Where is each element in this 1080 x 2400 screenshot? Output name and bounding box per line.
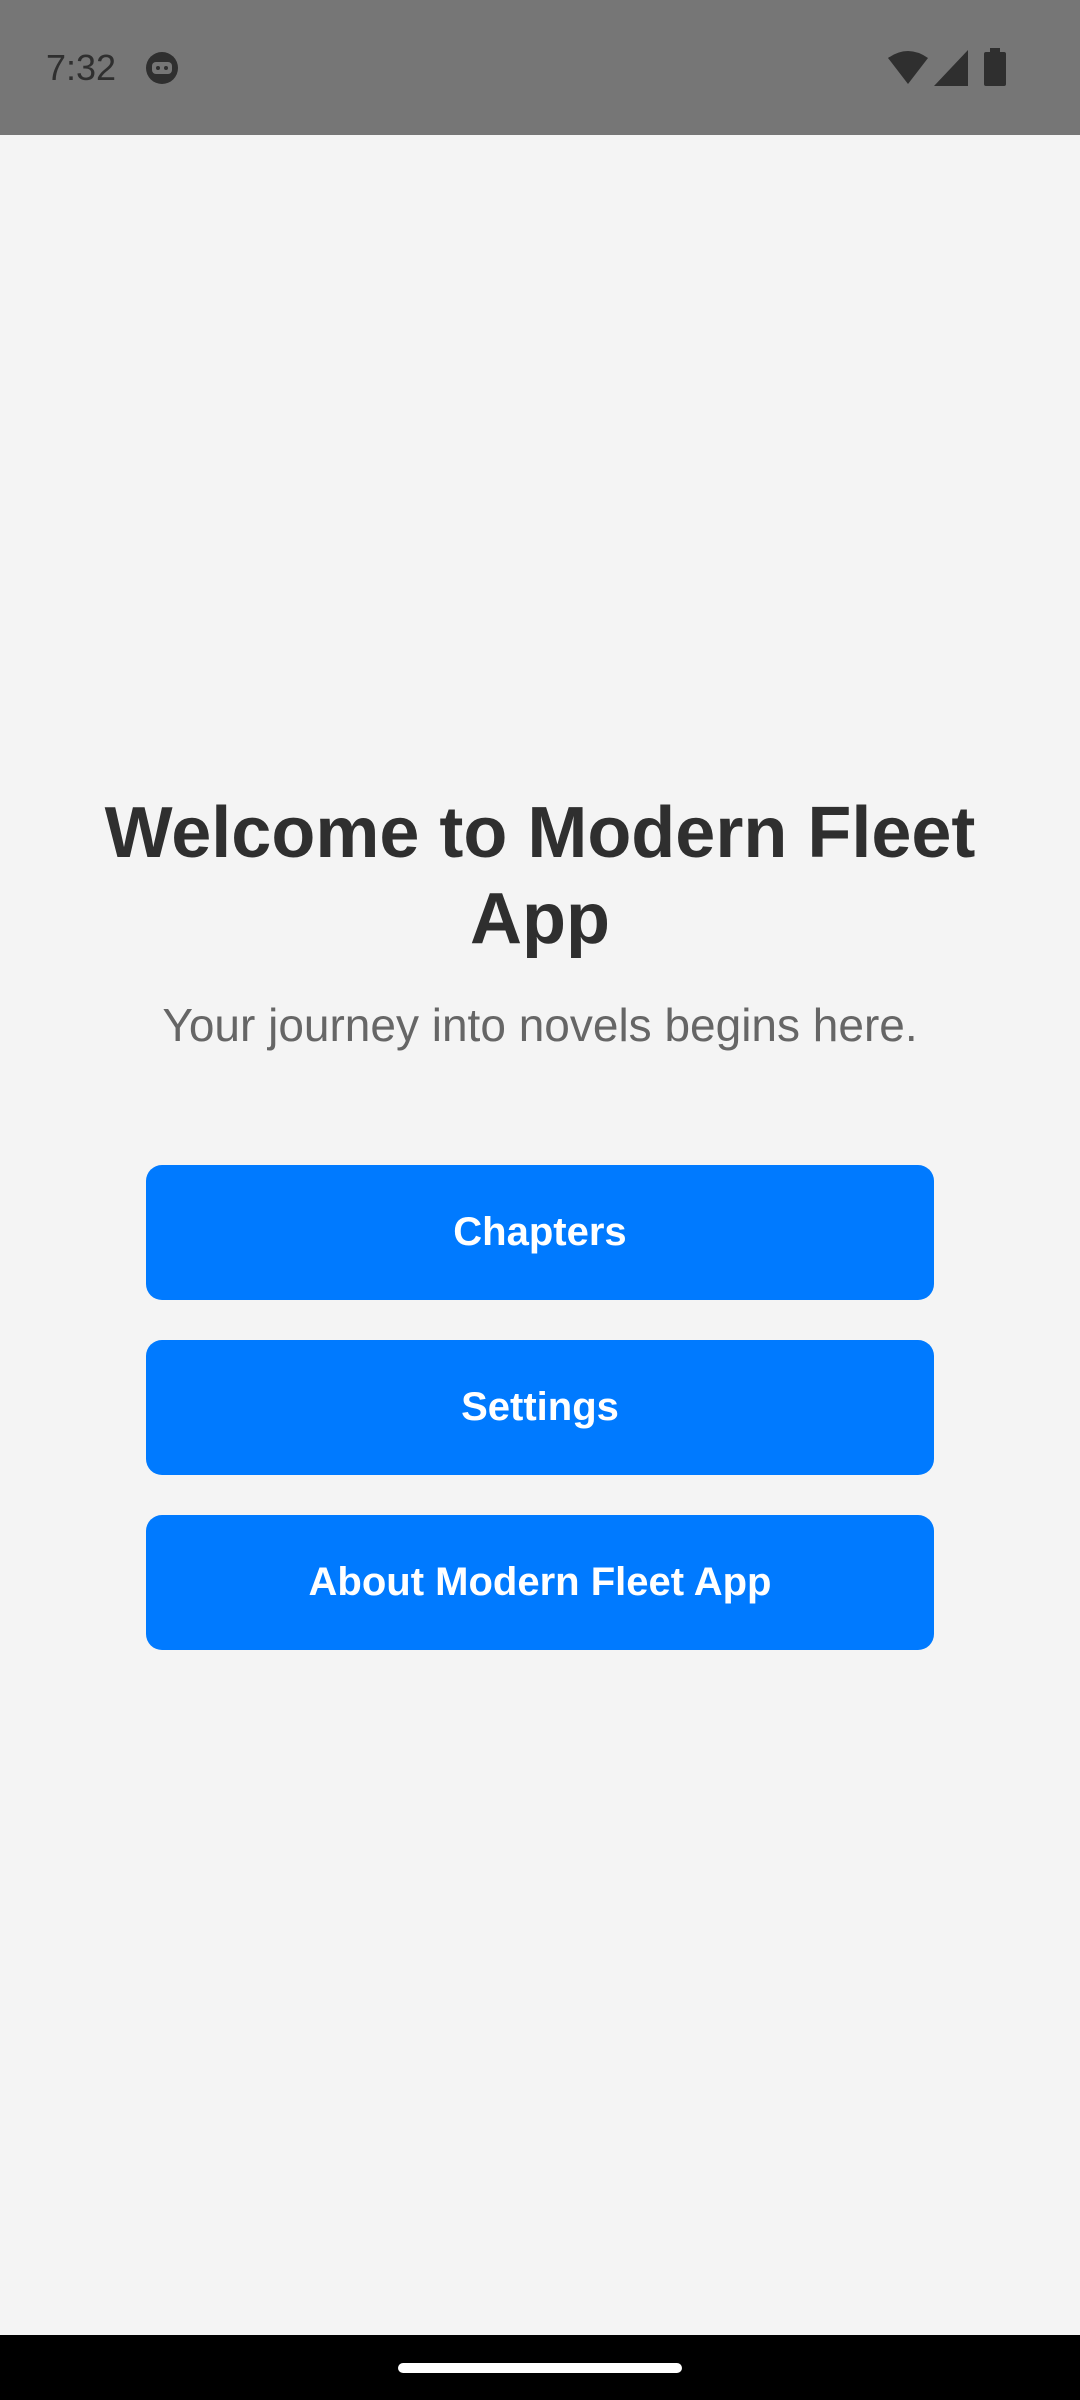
settings-button[interactable]: Settings	[146, 1340, 934, 1475]
wifi-icon	[888, 51, 928, 84]
android-robot-icon	[146, 52, 178, 84]
navigation-bar	[0, 2335, 1080, 2400]
status-time: 7:32	[46, 47, 117, 88]
about-button[interactable]: About Modern Fleet App	[146, 1515, 934, 1650]
chapters-button[interactable]: Chapters	[146, 1165, 934, 1300]
cell-signal-icon	[934, 50, 968, 86]
status-bar: 7:32	[0, 0, 1080, 135]
battery-icon	[984, 48, 1006, 86]
home-gesture-handle[interactable]	[398, 2363, 682, 2373]
page-title: Welcome to Modern Fleet App	[104, 793, 976, 959]
home-screen: Welcome to Modern Fleet App Your journey…	[0, 135, 1080, 2335]
page-subtitle: Your journey into novels begins here.	[162, 999, 918, 1051]
